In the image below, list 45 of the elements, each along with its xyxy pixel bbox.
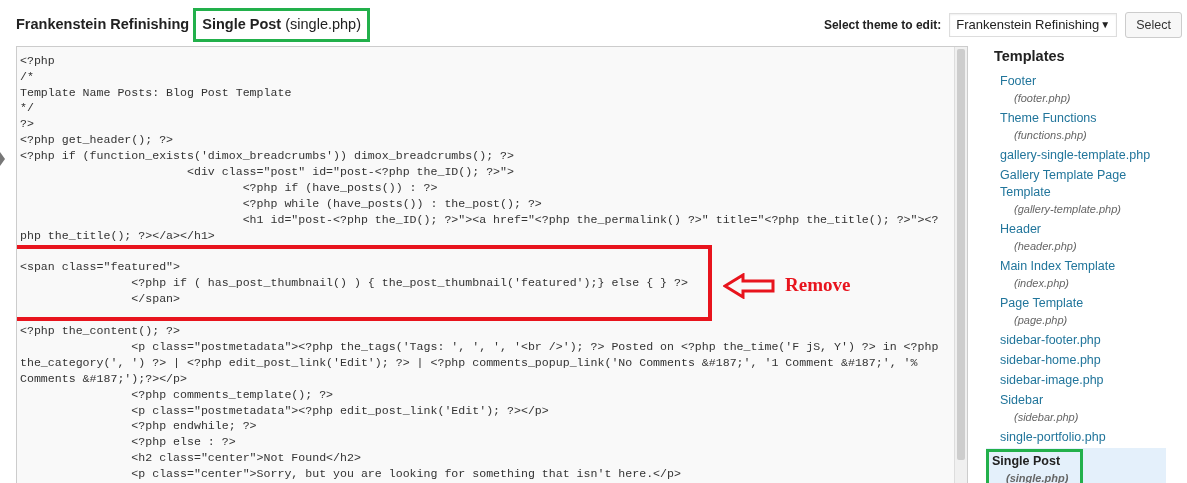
code-line: php the_title(); ?></a></h1> bbox=[20, 227, 216, 244]
code-line: <?php get_header(); ?> bbox=[20, 132, 175, 149]
code-line: */ bbox=[20, 100, 35, 117]
template-item[interactable]: Sidebar (sidebar.php) bbox=[986, 390, 1166, 428]
template-item[interactable]: Footer (footer.php) bbox=[986, 71, 1166, 109]
code-line: <p class="center">Sorry, but you are looking for something that isn't here.</p> bbox=[130, 466, 682, 482]
code-line: <?php endwhile; ?> bbox=[130, 418, 258, 435]
template-item[interactable]: sidebar-footer.php bbox=[986, 330, 1166, 351]
sidebar-title: Templates bbox=[994, 46, 1066, 66]
template-item[interactable]: Single Post (single.php) bbox=[986, 447, 1166, 483]
template-item[interactable]: Header (header.php) bbox=[986, 219, 1166, 257]
template-item[interactable]: single-portfolio.php bbox=[986, 427, 1166, 448]
code-line: <div class="post" id="post-<?php the_ID(); ?>"> bbox=[185, 164, 515, 180]
code-line: </span> bbox=[130, 291, 182, 308]
template-item[interactable]: Page Template (page.php) bbox=[986, 293, 1166, 331]
code-line: <p class="postmetadata"><?php edit_post_link('Edit'); ?></p> bbox=[130, 402, 550, 419]
file-title: Single Post (single.php) bbox=[193, 8, 370, 42]
template-item[interactable]: Main Index Template (index.php) bbox=[986, 256, 1166, 294]
code-line: <?php the_content(); ?> bbox=[20, 323, 182, 339]
annotation-label: Remove bbox=[785, 273, 851, 298]
theme-select[interactable]: Frankenstein Refinishing▼ bbox=[949, 12, 1118, 37]
template-item[interactable]: sidebar-home.php bbox=[986, 350, 1166, 371]
code-line: <h2 class="center">Not Found</h2> bbox=[130, 450, 362, 467]
code-line: <?php comments_template(); ?> bbox=[130, 386, 335, 403]
theme-select-label: Select theme to edit: bbox=[823, 16, 942, 34]
template-item[interactable]: gallery-single-template.php bbox=[986, 145, 1166, 166]
code-line: Template Name Posts: Blog Post Template bbox=[20, 84, 293, 101]
code-line: <h1 id="post-<?php the_ID(); ?>"><a href="<?php the_permalink() ?>" title="<?php the_title(); ?>"><? bbox=[241, 211, 940, 228]
template-item[interactable]: Theme Functions (functions.php) bbox=[986, 108, 1166, 146]
code-line: ?> bbox=[20, 116, 35, 133]
code-line: <?php if (function_exists('dimox_breadcrumbs')) dimox_breadcrumbs(); ?> bbox=[20, 148, 515, 164]
code-line: <?php if (have_posts()) : ?> bbox=[241, 179, 439, 196]
theme-name: Frankenstein Refinishing bbox=[16, 15, 190, 34]
code-line: Comments &#187;');?></p> bbox=[20, 370, 188, 387]
code-line: <span class="featured"> bbox=[20, 259, 182, 276]
code-line: /* bbox=[20, 68, 35, 85]
code-line: <?php if ( has_post_thumbnail() ) { the_post_thumbnail('featured');} else { } ?> bbox=[130, 275, 689, 292]
code-line: <?php else : ?> bbox=[130, 434, 237, 451]
template-item[interactable]: Gallery Template Page Template (gallery-template.php) bbox=[986, 165, 1166, 220]
select-button[interactable]: Select bbox=[1125, 11, 1182, 38]
template-item[interactable]: sidebar-image.php bbox=[986, 370, 1166, 391]
code-line: the_category(', ') ?> | <?php edit_post_link('Edit'); ?> | <?php comments_popup_link('No Comments &#187;', '1 Comment &#187;', '% bbox=[20, 354, 919, 371]
code-line: <?php bbox=[20, 52, 56, 69]
code-line: <?php while (have_posts()) : the_post(); ?> bbox=[241, 195, 543, 212]
code-line: <p class="postmetadata"><?php the_tags('Tags: ', ', ', '<br />'); ?> Posted on <?php the_time('F jS, Y') ?> in <?php bbox=[130, 339, 940, 355]
